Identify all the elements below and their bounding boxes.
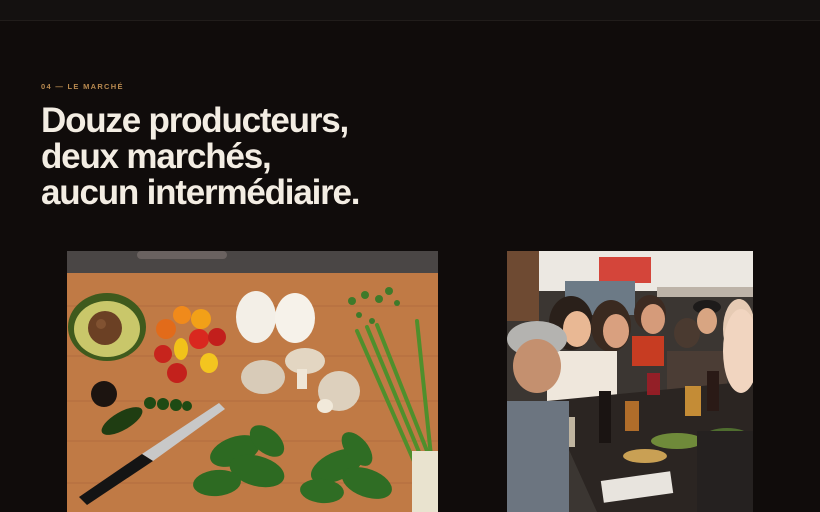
section-eyebrow: 04 — LE MARCHÉ	[41, 82, 124, 91]
produce-cutting-board-photo	[67, 251, 438, 512]
headline-line-3: aucun intermédiaire.	[41, 173, 361, 212]
headline-line-1: Douze producteurs,	[41, 101, 349, 140]
headline-line-2: deux marchés,	[41, 137, 272, 176]
market-section: 04 — LE MARCHÉ Douze producteurs, deux m…	[0, 0, 820, 512]
communal-dinner-photo	[507, 251, 753, 512]
top-navigation-bar	[0, 0, 820, 21]
section-headline: Douze producteurs, deux marchés, aucun i…	[41, 101, 361, 212]
